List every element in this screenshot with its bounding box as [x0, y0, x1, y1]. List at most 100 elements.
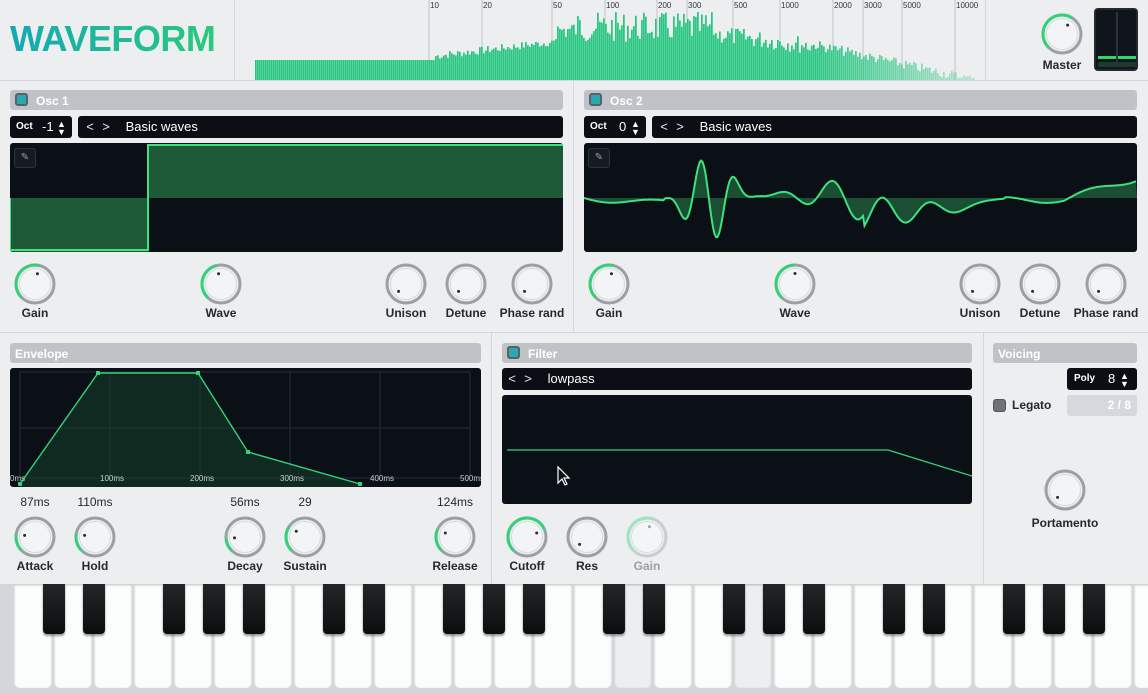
osc2-header: Osc 2 [584, 90, 1137, 110]
black-key[interactable] [203, 584, 225, 634]
time-axis-label: 100ms [100, 474, 124, 483]
master-knob[interactable] [1040, 12, 1084, 56]
octave-stepper-icon[interactable]: ▲ ▼ [57, 120, 66, 137]
voice-count-display: 2 / 8 [1067, 395, 1137, 416]
frequency-label: 10000 [956, 1, 979, 10]
osc1-edit-icon[interactable]: ✎ [14, 148, 36, 168]
osc1-wave-label: Wave [205, 306, 237, 320]
octave-stepper-icon[interactable]: ▲ ▼ [631, 120, 640, 137]
black-key[interactable] [763, 584, 785, 634]
black-key[interactable] [603, 584, 625, 634]
osc2-wave-label: Wave [779, 306, 811, 320]
black-key[interactable] [803, 584, 825, 634]
frequency-label: 20 [483, 1, 492, 10]
black-key[interactable] [363, 584, 385, 634]
next-filter-icon[interactable]: > [520, 368, 536, 390]
osc1-unison-knob[interactable] [384, 262, 428, 306]
frequency-label: 3000 [864, 1, 882, 10]
osc2-phase-rand-label: Phase rand [1073, 306, 1139, 320]
osc1-wave-knob[interactable] [199, 262, 243, 306]
filter-gain-label: Gain [633, 559, 661, 573]
filter-enable-toggle[interactable] [507, 346, 520, 360]
osc1-gain-label: Gain [21, 306, 49, 320]
osc1-detune-knob[interactable] [444, 262, 488, 306]
time-axis-label: 200ms [190, 474, 214, 483]
black-key[interactable] [43, 584, 65, 634]
osc2-waveform-display[interactable]: ✎ [584, 143, 1137, 252]
black-key[interactable] [483, 584, 505, 634]
black-key[interactable] [643, 584, 665, 634]
osc1-enable-toggle[interactable] [15, 93, 28, 107]
time-axis-label: 400ms [370, 474, 394, 483]
black-key[interactable] [523, 584, 545, 634]
envelope-release-value: 124ms [436, 495, 474, 509]
osc1-waveform-display[interactable]: ✎ [10, 143, 563, 252]
white-key[interactable] [1134, 584, 1148, 688]
black-key[interactable] [923, 584, 945, 634]
frequency-label: 1000 [781, 1, 799, 10]
osc2-gain-knob[interactable] [587, 262, 631, 306]
prev-wave-icon[interactable]: < [656, 116, 672, 138]
frequency-label: 200 [658, 1, 672, 10]
next-wave-icon[interactable]: > [672, 116, 688, 138]
envelope-sustain-label: Sustain [283, 559, 327, 573]
voices-stepper-icon[interactable]: ▲ ▼ [1120, 372, 1129, 389]
envelope-attack-knob[interactable] [13, 515, 57, 559]
app-logo: WAVEFORM [10, 18, 216, 59]
prev-filter-icon[interactable]: < [504, 368, 520, 390]
next-wave-icon[interactable]: > [98, 116, 114, 138]
master-label: Master [1042, 58, 1082, 72]
time-axis-label: 500ms [460, 474, 481, 483]
frequency-label: 2000 [834, 1, 852, 10]
osc2-detune-knob[interactable] [1018, 262, 1062, 306]
legato-checkbox[interactable] [993, 399, 1006, 412]
osc2-enable-toggle[interactable] [589, 93, 602, 107]
osc1-wave-selector[interactable]: < > Basic waves [78, 116, 563, 138]
osc2-phase-rand-knob[interactable] [1084, 262, 1128, 306]
black-key[interactable] [1083, 584, 1105, 634]
piano-keyboard[interactable] [0, 584, 1148, 693]
envelope-hold-knob[interactable] [73, 515, 117, 559]
prev-wave-icon[interactable]: < [82, 116, 98, 138]
envelope-hold-value: 110ms [77, 495, 113, 509]
filter-type-selector[interactable]: < > lowpass [502, 368, 972, 390]
osc2-wave-knob[interactable] [773, 262, 817, 306]
black-key[interactable] [1003, 584, 1025, 634]
legato-label: Legato [1012, 398, 1052, 412]
black-key[interactable] [83, 584, 105, 634]
osc1-gain-knob[interactable] [13, 262, 57, 306]
black-key[interactable] [323, 584, 345, 634]
osc1-octave-selector[interactable]: Oct -1 ▲ ▼ [10, 116, 72, 138]
portamento-knob[interactable] [1043, 468, 1087, 512]
osc2-wave-selector[interactable]: < > Basic waves [652, 116, 1137, 138]
osc2-unison-knob[interactable] [958, 262, 1002, 306]
black-key[interactable] [163, 584, 185, 634]
voicing-header: Voicing [993, 343, 1137, 363]
filter-cutoff-knob[interactable] [505, 515, 549, 559]
envelope-display[interactable]: 0ms 100ms 200ms 300ms 400ms 500ms [10, 368, 481, 487]
frequency-label: 5000 [903, 1, 921, 10]
black-key[interactable] [443, 584, 465, 634]
envelope-decay-knob[interactable] [223, 515, 267, 559]
osc1-phase-rand-knob[interactable] [510, 262, 554, 306]
envelope-sustain-value: 29 [298, 495, 312, 509]
osc1-header: Osc 1 [10, 90, 563, 110]
filter-gain-knob[interactable] [625, 515, 669, 559]
black-key[interactable] [883, 584, 905, 634]
filter-response-display[interactable] [502, 395, 972, 504]
envelope-release-knob[interactable] [433, 515, 477, 559]
black-key[interactable] [1043, 584, 1065, 634]
osc2-octave-selector[interactable]: Oct 0 ▲ ▼ [584, 116, 646, 138]
envelope-sustain-knob[interactable] [283, 515, 327, 559]
black-key[interactable] [243, 584, 265, 634]
filter-res-knob[interactable] [565, 515, 609, 559]
frequency-label: 10 [430, 1, 439, 10]
osc2-gain-label: Gain [595, 306, 623, 320]
frequency-label: 50 [553, 1, 562, 10]
voice-mode-selector[interactable]: Poly 8 ▲ ▼ [1067, 368, 1137, 390]
mouse-cursor-icon [557, 465, 571, 486]
black-key[interactable] [723, 584, 745, 634]
portamento-label: Portamento [1031, 516, 1099, 530]
time-axis-label: 0ms [10, 474, 25, 483]
osc2-edit-icon[interactable]: ✎ [588, 148, 610, 168]
